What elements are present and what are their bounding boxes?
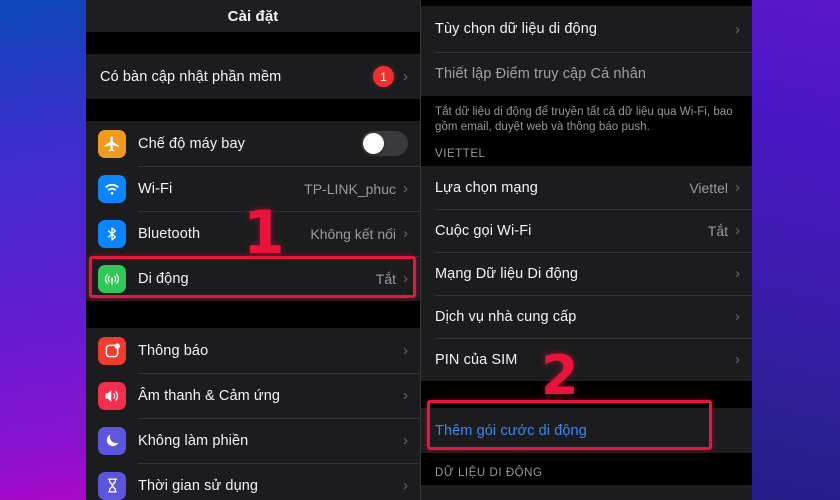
chevron-right-icon: › xyxy=(735,351,740,368)
row-label: Mạng Dữ liệu Di động xyxy=(435,265,579,282)
row-value: Tắt xyxy=(375,270,396,287)
sidebar-item-screen-time[interactable]: Thời gian sử dụng › xyxy=(86,463,420,500)
connectivity-group: Chế độ máy bay Wi-Fi TP-LINK_phuc › Blue… xyxy=(86,121,420,301)
row-value: Tắt xyxy=(707,222,728,239)
screenshot-root: Cài đặt Có bàn cập nhật phần mềm 1 › Chế… xyxy=(0,0,840,500)
status-badge: 1 xyxy=(373,66,394,87)
row-sim-pin[interactable]: PIN của SIM › xyxy=(421,338,752,381)
cellular-data-group xyxy=(421,485,752,500)
row-label: PIN của SIM xyxy=(435,351,518,368)
row-value: Không kết nối xyxy=(310,225,396,242)
left-gap-2 xyxy=(86,99,420,121)
row-wifi-calling[interactable]: Cuộc gọi Wi-Fi Tắt › xyxy=(421,209,752,252)
chevron-right-icon: › xyxy=(735,308,740,325)
airplane-mode-toggle[interactable] xyxy=(361,131,408,156)
notifications-icon xyxy=(98,336,126,365)
carrier-section-header: VIETTEL xyxy=(421,140,752,166)
cellular-right-panel: Tùy chọn dữ liệu di động › Thiết lập Điể… xyxy=(420,0,752,500)
sidebar-item-label: Âm thanh & Cảm ứng xyxy=(138,387,281,404)
chevron-right-icon: › xyxy=(735,20,740,38)
wifi-icon xyxy=(98,174,126,203)
airplane-icon xyxy=(98,129,126,158)
sidebar-item-sounds-haptics[interactable]: Âm thanh & Cảm ứng › xyxy=(86,373,420,418)
row-network-selection[interactable]: Lựa chọn mạng Viettel › xyxy=(421,166,752,209)
row-cellular-data-options[interactable]: Tùy chọn dữ liệu di động › xyxy=(421,6,752,52)
carrier-group: Lựa chọn mạng Viettel › Cuộc gọi Wi-Fi T… xyxy=(421,166,752,381)
screen-time-icon xyxy=(98,471,126,500)
chevron-right-icon: › xyxy=(403,180,408,197)
chevron-right-icon: › xyxy=(735,265,740,282)
do-not-disturb-icon xyxy=(98,426,126,455)
chevron-right-icon: › xyxy=(403,342,408,359)
cellular-icon xyxy=(98,264,126,293)
chevron-right-icon: › xyxy=(735,179,740,196)
sidebar-item-wifi[interactable]: Wi-Fi TP-LINK_phuc › xyxy=(86,166,420,211)
left-gap-1 xyxy=(86,32,420,54)
toggle-knob xyxy=(363,133,384,154)
software-update-group: Có bàn cập nhật phần mềm 1 › xyxy=(86,54,420,99)
sidebar-item-cellular[interactable]: Di động Tắt › xyxy=(86,256,420,301)
chevron-right-icon: › xyxy=(403,225,408,242)
sound-haptics-icon xyxy=(98,381,126,410)
row-label: Thiết lập Điểm truy cập Cá nhân xyxy=(435,66,647,82)
chevron-right-icon: › xyxy=(403,387,408,404)
page-title: Cài đặt xyxy=(86,0,420,32)
sidebar-item-airplane-mode[interactable]: Chế độ máy bay xyxy=(86,121,420,166)
row-value: Viettel xyxy=(689,179,728,196)
sidebar-item-label: Wi-Fi xyxy=(138,180,173,197)
row-label: Có bàn cập nhật phần mềm xyxy=(100,68,282,85)
chevron-right-icon: › xyxy=(403,432,408,449)
cellular-options-group: Tùy chọn dữ liệu di động › Thiết lập Điể… xyxy=(421,6,752,96)
sidebar-item-label: Thông báo xyxy=(138,342,209,359)
cellular-footnote: Tắt dữ liệu di động để truyền tất cả dữ … xyxy=(421,96,752,140)
wallpaper-right xyxy=(752,0,840,500)
sidebar-item-label: Không làm phiền xyxy=(138,432,249,449)
chevron-right-icon: › xyxy=(735,222,740,239)
sidebar-item-notifications[interactable]: Thông báo › xyxy=(86,328,420,373)
row-label: Lựa chọn mạng xyxy=(435,179,538,196)
row-software-update[interactable]: Có bàn cập nhật phần mềm 1 › xyxy=(86,54,420,99)
row-label: Thêm gói cước di động xyxy=(435,422,587,439)
chevron-right-icon: › xyxy=(403,477,408,494)
sidebar-item-label: Thời gian sử dụng xyxy=(138,477,259,494)
row-label: Cuộc gọi Wi-Fi xyxy=(435,222,532,239)
chevron-right-icon: › xyxy=(403,68,408,85)
left-gap-3 xyxy=(86,301,420,328)
row-personal-hotspot[interactable]: Thiết lập Điểm truy cập Cá nhân xyxy=(421,52,752,96)
row-value: TP-LINK_phuc xyxy=(304,180,396,197)
right-gap-mid xyxy=(421,381,752,408)
row-carrier-services[interactable]: Dịch vụ nhà cung cấp › xyxy=(421,295,752,338)
sidebar-item-label: Di động xyxy=(138,270,189,287)
sidebar-item-bluetooth[interactable]: Bluetooth Không kết nối › xyxy=(86,211,420,256)
row-label: Dịch vụ nhà cung cấp xyxy=(435,308,577,325)
chevron-right-icon: › xyxy=(403,270,408,287)
row-add-cellular-plan[interactable]: Thêm gói cước di động xyxy=(421,408,752,453)
row-cellular-data-network[interactable]: Mạng Dữ liệu Di động › xyxy=(421,252,752,295)
add-plan-group: Thêm gói cước di động xyxy=(421,408,752,453)
cellular-data-section-header: DỮ LIỆU DI ĐỘNG xyxy=(421,459,752,485)
sidebar-item-label: Chế độ máy bay xyxy=(138,135,245,152)
settings-left-panel: Cài đặt Có bàn cập nhật phần mềm 1 › Chế… xyxy=(86,0,420,500)
bluetooth-icon xyxy=(98,219,126,248)
system-group: Thông báo › Âm thanh & Cảm ứng › Không l… xyxy=(86,328,420,500)
row-label: Tùy chọn dữ liệu di động xyxy=(435,21,598,37)
sidebar-item-label: Bluetooth xyxy=(138,225,201,242)
sidebar-item-do-not-disturb[interactable]: Không làm phiền › xyxy=(86,418,420,463)
